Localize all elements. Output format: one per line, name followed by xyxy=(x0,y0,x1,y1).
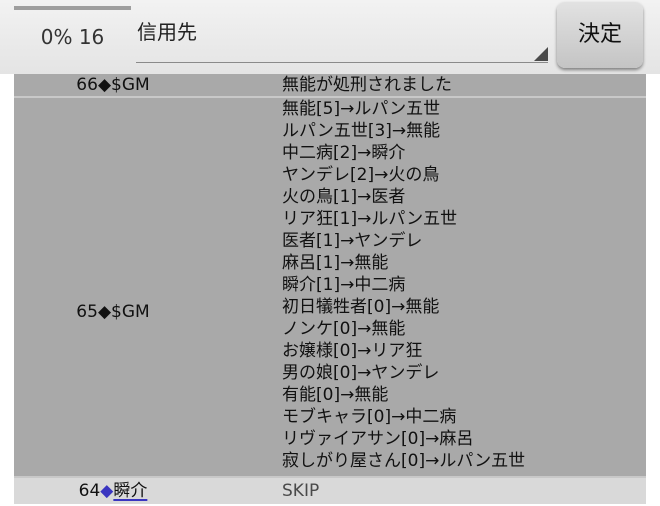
log-message: 無能[5]→ルパン五世 ルパン五世[3]→無能 中二病[2]→瞬介 ヤンデレ[2… xyxy=(282,98,525,472)
vote-line: ヤンデレ[2]→火の鳥 xyxy=(282,165,440,185)
log-speaker: 65◆$GM xyxy=(14,301,212,323)
progress-indicator xyxy=(14,6,131,10)
log-entry: 65◆$GM 無能[5]→ルパン五世 ルパン五世[3]→無能 中二病[2]→瞬介… xyxy=(14,98,646,478)
top-toolbar: 0% 16 信用先 決定 xyxy=(0,0,660,74)
message-line: 無能が処刑されました xyxy=(282,75,452,95)
vote-line: 医者[1]→ヤンデレ xyxy=(282,231,423,251)
vote-line: 無能[5]→ルパン五世 xyxy=(282,99,441,119)
diamond-icon: ◆ xyxy=(100,481,114,501)
log-message: 無能が処刑されました xyxy=(282,74,452,96)
vote-line: ノンケ[0]→無能 xyxy=(282,319,406,339)
vote-status: 0% 16 xyxy=(14,22,131,52)
message-line: SKIP xyxy=(282,481,320,501)
decide-button[interactable]: 決定 xyxy=(557,2,643,68)
chat-log[interactable]: 66◆$GM 無能が処刑されました 65◆$GM 無能[5]→ルパン五世 ルパン… xyxy=(14,74,646,506)
diamond-icon: ◆ xyxy=(97,302,112,322)
vote-line: 寂しがり屋さん[0]→ルパン五世 xyxy=(282,451,526,471)
vote-line: 火の鳥[1]→医者 xyxy=(282,187,406,207)
vote-line: リア狂[1]→ルパン五世 xyxy=(282,209,458,229)
log-entry: 66◆$GM 無能が処刑されました xyxy=(14,74,646,98)
diamond-icon: ◆ xyxy=(97,75,112,95)
speaker-name: $GM xyxy=(111,302,150,322)
percent-value: 0% xyxy=(40,25,73,49)
log-speaker: 64◆瞬介 xyxy=(14,480,212,502)
log-message: SKIP xyxy=(282,480,319,502)
dropdown-arrow-icon xyxy=(534,47,548,61)
target-select-label: 信用先 xyxy=(137,20,197,44)
vote-line: 瞬介[1]→中二病 xyxy=(282,275,406,295)
target-select[interactable]: 信用先 xyxy=(136,12,548,63)
log-number: 66 xyxy=(76,75,98,95)
log-number: 64 xyxy=(78,481,101,501)
speaker-name-link[interactable]: 瞬介 xyxy=(113,481,147,501)
vote-line: ルパン五世[3]→無能 xyxy=(282,121,441,141)
log-number: 65 xyxy=(76,302,98,322)
vote-line: 麻呂[1]→無能 xyxy=(282,253,389,273)
vote-line: モブキャラ[0]→中二病 xyxy=(282,407,457,427)
vote-line: 初日犠牲者[0]→無能 xyxy=(282,297,440,317)
log-entry: 64◆瞬介 SKIP xyxy=(14,478,646,504)
count-value: 16 xyxy=(78,25,105,49)
log-speaker: 66◆$GM xyxy=(14,74,212,96)
vote-line: お嬢様[0]→リア狂 xyxy=(282,341,423,361)
vote-line: 男の娘[0]→ヤンデレ xyxy=(282,363,440,383)
vote-line: 中二病[2]→瞬介 xyxy=(282,143,406,163)
speaker-name: $GM xyxy=(111,75,150,95)
vote-line: リヴァイアサン[0]→麻呂 xyxy=(282,429,474,449)
vote-line: 有能[0]→無能 xyxy=(282,385,389,405)
